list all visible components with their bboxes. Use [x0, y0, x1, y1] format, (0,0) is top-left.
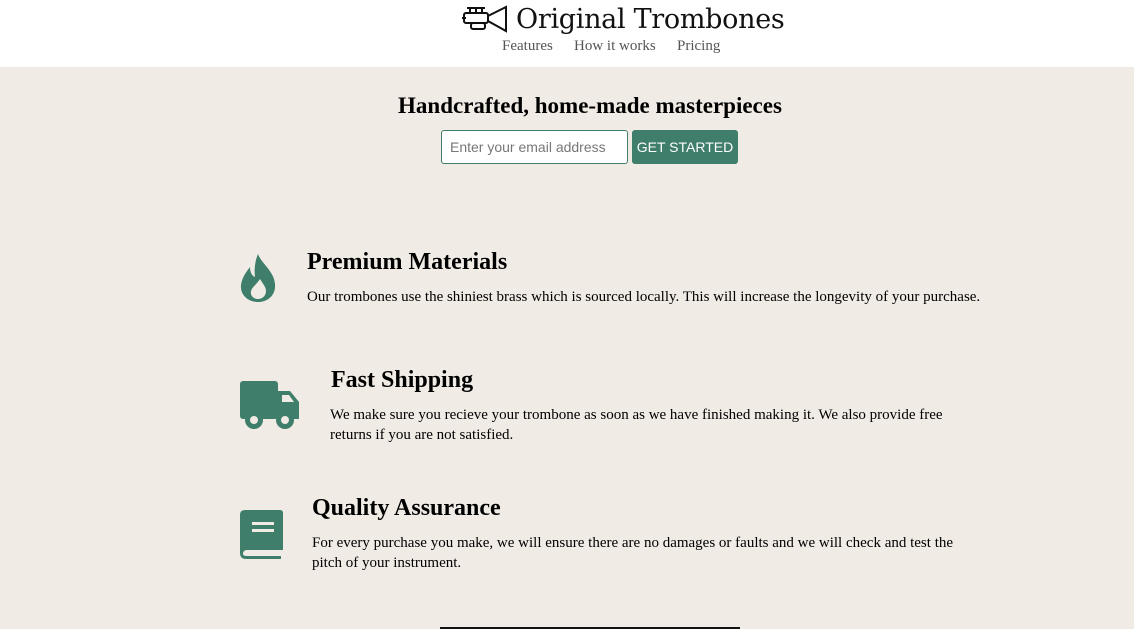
fire-icon	[240, 254, 276, 302]
brand-name: Original Trombones	[516, 3, 785, 35]
trumpet-icon	[462, 5, 507, 33]
brand[interactable]: Original Trombones	[462, 2, 785, 36]
hero-title: Handcrafted, home-made masterpieces	[398, 93, 782, 118]
nav-link-features[interactable]: Features	[502, 38, 553, 55]
nav-link-pricing[interactable]: Pricing	[677, 38, 720, 55]
site-header: Original Trombones Features How it works…	[0, 0, 1134, 67]
feature-desc-quality-assurance: For every purchase you make, we will ens…	[312, 535, 954, 571]
nav-bar: Features How it works Pricing	[0, 38, 1134, 58]
book-icon	[240, 510, 283, 559]
feature-desc-premium-materials: Our trombones use the shiniest brass whi…	[307, 289, 981, 305]
feature-title-fast-shipping: Fast Shipping	[331, 367, 474, 393]
email-input[interactable]	[441, 130, 628, 164]
feature-title-quality-assurance: Quality Assurance	[312, 495, 501, 521]
nav-link-how-it-works[interactable]: How it works	[574, 38, 656, 55]
get-started-button[interactable]: GET STARTED	[632, 130, 738, 164]
feature-desc-fast-shipping: We make sure you recieve your trombone a…	[330, 407, 943, 443]
truck-icon	[240, 381, 299, 429]
feature-title-premium-materials: Premium Materials	[307, 249, 508, 275]
